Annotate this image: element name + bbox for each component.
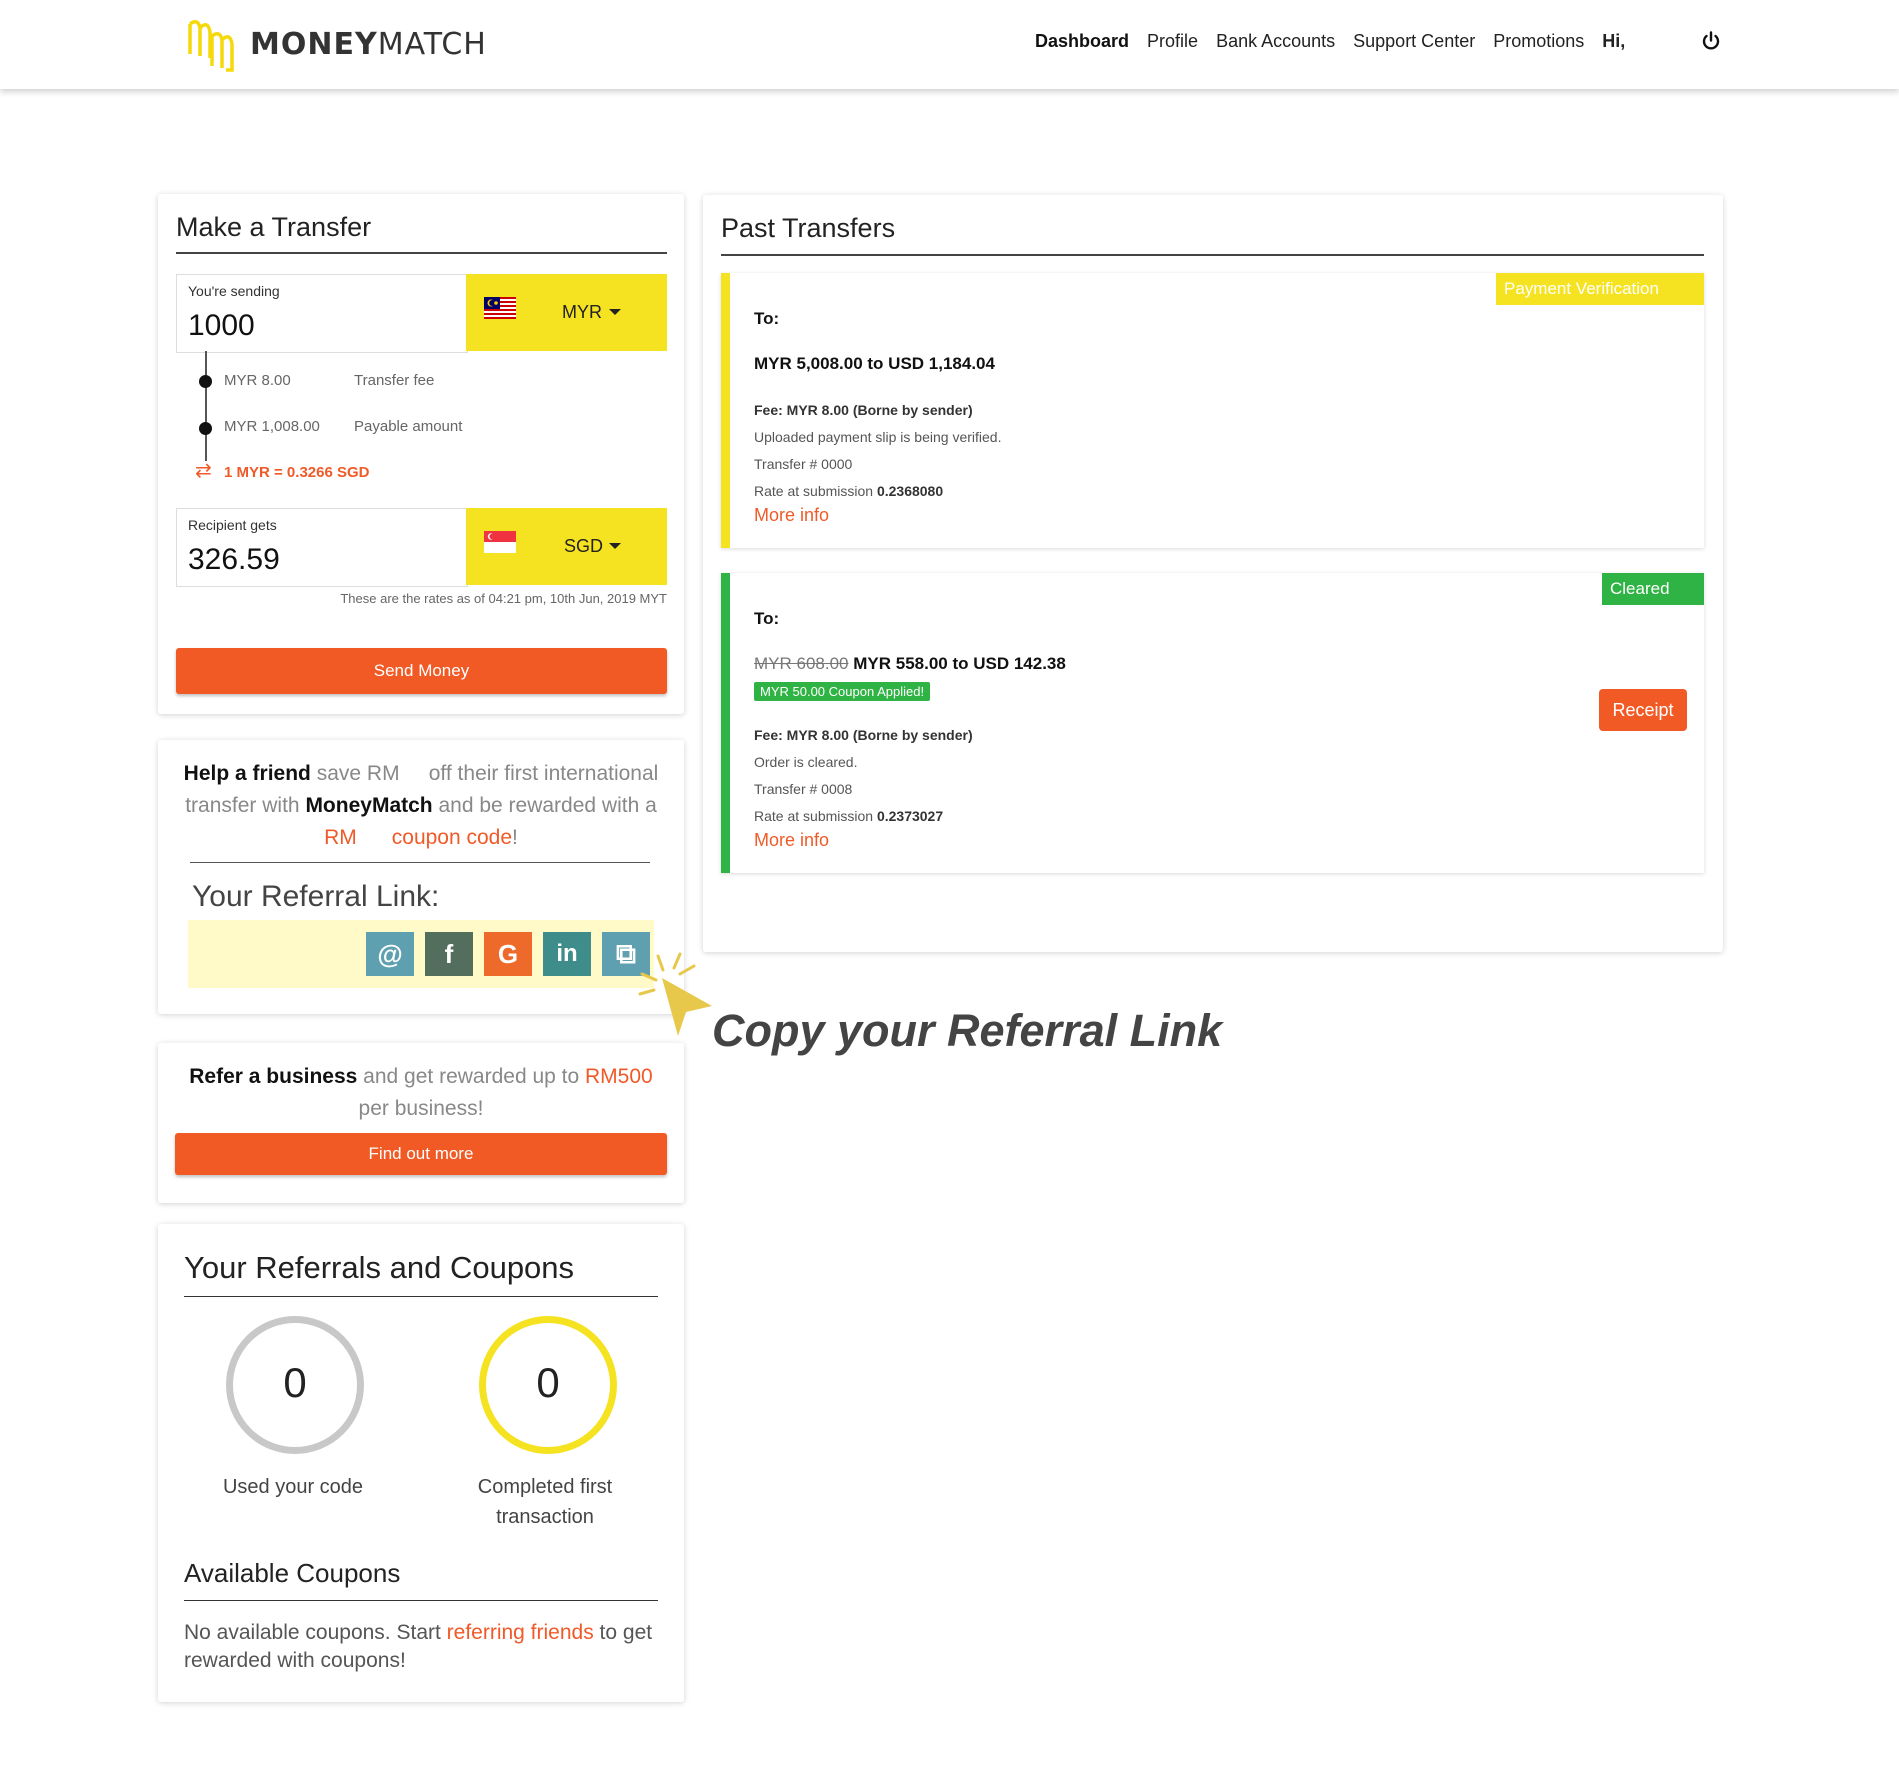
transfer-note: Order is cleared. [754,754,858,770]
original-amount: MYR 608.00 [754,654,849,673]
available-coupons-title: Available Coupons [184,1558,401,1588]
transfer-card: Payment Verification To: MYR 5,008.00 to… [721,273,1704,548]
recipient-amount-input[interactable]: 326.59 [188,543,280,577]
sending-amount-box[interactable]: You're sending 1000 [176,274,468,353]
recipient-label: To: [754,609,780,628]
used-code-label: Used your code [222,1476,364,1498]
card-title: Past Transfers [721,213,896,243]
chevron-down-icon [609,309,621,315]
transfer-number: Transfer # 0000 [754,456,853,472]
recipient-label: To: [754,309,780,328]
sending-currency-code: MYR [562,302,602,322]
nav-bank-accounts[interactable]: Bank Accounts [1216,31,1335,52]
refer-business-text: Refer a business and get rewarded up to … [189,1065,653,1120]
referral-link-label: Your Referral Link: [192,880,440,913]
fee-label: Transfer fee [354,372,435,389]
email-share-button[interactable]: @ [366,932,414,976]
divider [721,254,1704,256]
sending-label: You're sending [188,283,280,299]
share-strip: @ f G in ⧉ [188,920,654,988]
status-badge: Cleared [1602,573,1704,605]
coupon-applied-badge: MYR 50.00 Coupon Applied! [754,682,931,701]
copy-referral-callout: Copy your Referral Link [712,1005,1223,1056]
status-bar [721,573,730,873]
referral-description: Help a friend save RM off their first in… [183,762,659,849]
transfer-number: Transfer # 0008 [754,781,853,797]
status-bar [721,273,730,548]
google-share-button[interactable]: G [484,932,532,976]
transfer-card: Cleared To: MYR 608.00 MYR 558.00 to USD… [721,573,1704,873]
recipient-currency-dropdown[interactable]: SGD [466,508,667,585]
divider [184,1296,658,1297]
rates-timestamp: These are the rates as of 04:21 pm, 10th… [340,591,667,606]
divider [176,252,667,254]
status-badge: Payment Verification [1496,273,1704,305]
no-coupons-message: No available coupons. Start referring fr… [184,1621,653,1672]
fee-dot [199,375,212,388]
sending-amount-input[interactable]: 1000 [188,309,255,343]
main-nav: Dashboard Profile Bank Accounts Support … [1035,31,1643,52]
transfer-note: Uploaded payment slip is being verified. [754,429,1002,445]
used-code-count: 0 [283,1359,307,1406]
nav-dashboard[interactable]: Dashboard [1035,31,1129,52]
receipt-button[interactable]: Receipt [1599,689,1687,731]
payable-amount: MYR 1,008.00 [224,418,320,435]
make-transfer-card: Make a Transfer You're sending 1000 MYR [158,194,684,714]
payable-label: Payable amount [354,418,463,435]
more-info-link[interactable]: More info [754,830,829,851]
completed-transaction-counter: 0 [479,1316,617,1454]
recipient-label: Recipient gets [188,517,277,533]
recipient-amount-box[interactable]: Recipient gets 326.59 [176,508,468,587]
click-cursor-icon [638,952,712,1036]
refer-business-card: Refer a business and get rewarded up to … [158,1043,684,1203]
past-transfers-card: Past Transfers Payment Verification To: … [703,195,1723,952]
timeline-line [205,351,207,463]
transfer-amount: MYR 608.00 MYR 558.00 to USD 142.38 [754,654,1066,673]
rate-at-submission: Rate at submission 0.2368080 [754,483,944,499]
card-title: Your Referrals and Coupons [184,1250,575,1285]
recipient-currency-code: SGD [564,536,604,556]
transfer-fee: Fee: MYR 8.00 (Borne by sender) [754,727,973,743]
used-code-counter: 0 [226,1316,364,1454]
moneymatch-logo-icon [188,20,234,72]
completed-count: 0 [536,1359,560,1406]
exchange-rate: 1 MYR = 0.3266 SGD [224,464,370,481]
transfer-amount: MYR 5,008.00 to USD 1,184.04 [754,354,995,373]
find-out-more-button[interactable]: Find out more [175,1133,667,1175]
brand-logo[interactable]: MONEYMATCH [186,14,487,74]
fee-amount: MYR 8.00 [224,372,291,389]
payable-dot [199,422,212,435]
completed-label: Completed first transaction [477,1476,613,1528]
linkedin-share-button[interactable]: in [543,932,591,976]
nav-profile[interactable]: Profile [1147,31,1198,52]
more-info-link[interactable]: More info [754,505,829,526]
user-greeting[interactable]: Hi, [1602,31,1625,52]
malaysia-flag-icon [484,297,516,319]
facebook-share-button[interactable]: f [425,932,473,976]
referring-friends-link[interactable]: referring friends [447,1621,594,1644]
referral-card: Help a friend save RM off their first in… [158,740,684,1014]
sending-currency-dropdown[interactable]: MYR [466,274,667,351]
divider [184,1600,658,1601]
card-title: Make a Transfer [176,212,372,242]
nav-support-center[interactable]: Support Center [1353,31,1475,52]
power-icon[interactable] [1700,30,1722,52]
singapore-flag-icon [484,531,516,553]
exchange-arrows-icon: ⇄ [195,460,212,482]
referrals-coupons-card: Your Referrals and Coupons 0 Used your c… [158,1224,684,1702]
chevron-down-icon [609,543,621,549]
send-money-button[interactable]: Send Money [176,648,667,694]
divider [190,862,650,863]
top-navbar: MONEYMATCH Dashboard Profile Bank Accoun… [0,0,1899,89]
transfer-fee: Fee: MYR 8.00 (Borne by sender) [754,402,973,418]
rate-at-submission: Rate at submission 0.2373027 [754,808,944,824]
nav-promotions[interactable]: Promotions [1493,31,1584,52]
brand-wordmark: MONEYMATCH [250,26,487,62]
